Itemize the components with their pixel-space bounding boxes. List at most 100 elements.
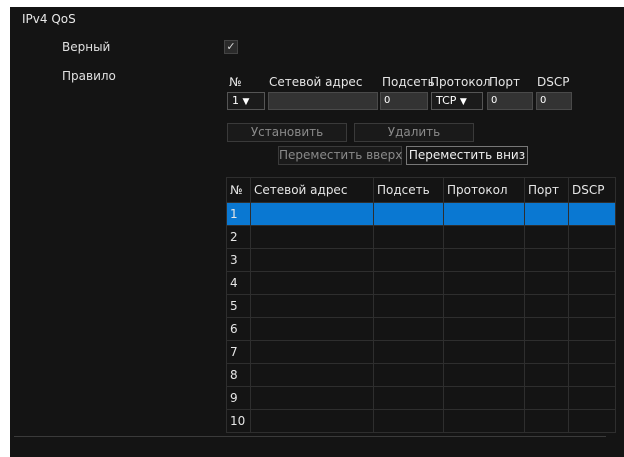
header-no: №	[226, 177, 251, 203]
cell-port	[524, 386, 569, 410]
enabled-label: Верный	[62, 40, 111, 54]
cell-subnet	[373, 271, 444, 295]
network-address-input[interactable]	[268, 92, 378, 110]
rule-label: Правило	[62, 69, 116, 83]
cell-port	[524, 294, 569, 318]
cell-no: 4	[226, 271, 251, 295]
table-row[interactable]: 10	[226, 409, 616, 433]
table-row[interactable]: 9	[226, 386, 616, 410]
cell-network-address	[250, 248, 374, 272]
table-header-row: № Сетевой адрес Подсеть Протокол Порт DS…	[226, 177, 616, 203]
move-down-button[interactable]: Переместить вниз	[406, 146, 528, 165]
cell-protocol	[443, 317, 525, 341]
header-port: Порт	[524, 177, 569, 203]
cell-protocol	[443, 202, 525, 226]
header-subnet: Подсеть	[373, 177, 444, 203]
cell-network-address	[250, 271, 374, 295]
cell-network-address	[250, 317, 374, 341]
table-row[interactable]: 2	[226, 225, 616, 249]
cell-subnet	[373, 202, 444, 226]
cell-port	[524, 202, 569, 226]
cell-subnet	[373, 317, 444, 341]
cell-dscp	[568, 386, 616, 410]
table-row[interactable]: 5	[226, 294, 616, 318]
cell-port	[524, 248, 569, 272]
cell-network-address	[250, 363, 374, 387]
rule-number-value: 1	[232, 94, 239, 107]
rules-table: № Сетевой адрес Подсеть Протокол Порт DS…	[226, 177, 616, 433]
protocol-value: TCP	[436, 94, 457, 107]
cell-protocol	[443, 248, 525, 272]
cell-dscp	[568, 409, 616, 433]
cell-subnet	[373, 363, 444, 387]
cell-protocol	[443, 225, 525, 249]
form-header-network-address: Сетевой адрес	[269, 75, 363, 89]
cell-dscp	[568, 248, 616, 272]
cell-protocol	[443, 363, 525, 387]
port-input[interactable]: 0	[487, 92, 533, 110]
cell-dscp	[568, 271, 616, 295]
cell-port	[524, 409, 569, 433]
cell-protocol	[443, 294, 525, 318]
cell-network-address	[250, 294, 374, 318]
chevron-down-icon: ▼	[242, 97, 250, 107]
cell-network-address	[250, 340, 374, 364]
cell-no: 6	[226, 317, 251, 341]
cell-no: 2	[226, 225, 251, 249]
cell-protocol	[443, 271, 525, 295]
table-row[interactable]: 7	[226, 340, 616, 364]
cell-subnet	[373, 225, 444, 249]
table-row[interactable]: 8	[226, 363, 616, 387]
cell-subnet	[373, 340, 444, 364]
cell-port	[524, 363, 569, 387]
cell-dscp	[568, 363, 616, 387]
cell-protocol	[443, 340, 525, 364]
delete-button[interactable]: Удалить	[354, 123, 474, 142]
cell-subnet	[373, 248, 444, 272]
cell-port	[524, 225, 569, 249]
cell-no: 10	[226, 409, 251, 433]
cell-port	[524, 271, 569, 295]
cell-dscp	[568, 340, 616, 364]
cell-dscp	[568, 294, 616, 318]
subnet-input[interactable]: 0	[380, 92, 428, 110]
table-row[interactable]: 3	[226, 248, 616, 272]
cell-no: 5	[226, 294, 251, 318]
chevron-down-icon: ▼	[459, 97, 467, 107]
cell-no: 3	[226, 248, 251, 272]
cell-no: 7	[226, 340, 251, 364]
cell-network-address	[250, 386, 374, 410]
set-button[interactable]: Установить	[227, 123, 347, 142]
cell-dscp	[568, 225, 616, 249]
form-header-no: №	[229, 75, 242, 89]
cell-network-address	[250, 202, 374, 226]
rule-number-select[interactable]: 1 ▼	[227, 92, 265, 110]
form-header-protocol: Протокол	[430, 75, 491, 89]
cell-no: 8	[226, 363, 251, 387]
header-protocol: Протокол	[443, 177, 525, 203]
move-up-button[interactable]: Переместить вверх	[278, 146, 402, 165]
cell-subnet	[373, 294, 444, 318]
cell-network-address	[250, 225, 374, 249]
cell-port	[524, 317, 569, 341]
cell-subnet	[373, 386, 444, 410]
table-row[interactable]: 1	[226, 202, 616, 226]
cell-protocol	[443, 409, 525, 433]
section-title: IPv4 QoS	[22, 12, 76, 26]
protocol-select[interactable]: TCP ▼	[431, 92, 483, 110]
cell-protocol	[443, 386, 525, 410]
form-header-port: Порт	[489, 75, 520, 89]
cell-network-address	[250, 409, 374, 433]
table-row[interactable]: 6	[226, 317, 616, 341]
cell-port	[524, 340, 569, 364]
cell-dscp	[568, 317, 616, 341]
form-header-dscp: DSCP	[537, 75, 570, 89]
bottom-divider	[14, 436, 606, 437]
cell-no: 9	[226, 386, 251, 410]
cell-subnet	[373, 409, 444, 433]
header-dscp: DSCP	[568, 177, 616, 203]
enabled-checkbox[interactable]: ✓	[224, 40, 238, 54]
dscp-input[interactable]: 0	[536, 92, 572, 110]
table-row[interactable]: 4	[226, 271, 616, 295]
cell-dscp	[568, 202, 616, 226]
